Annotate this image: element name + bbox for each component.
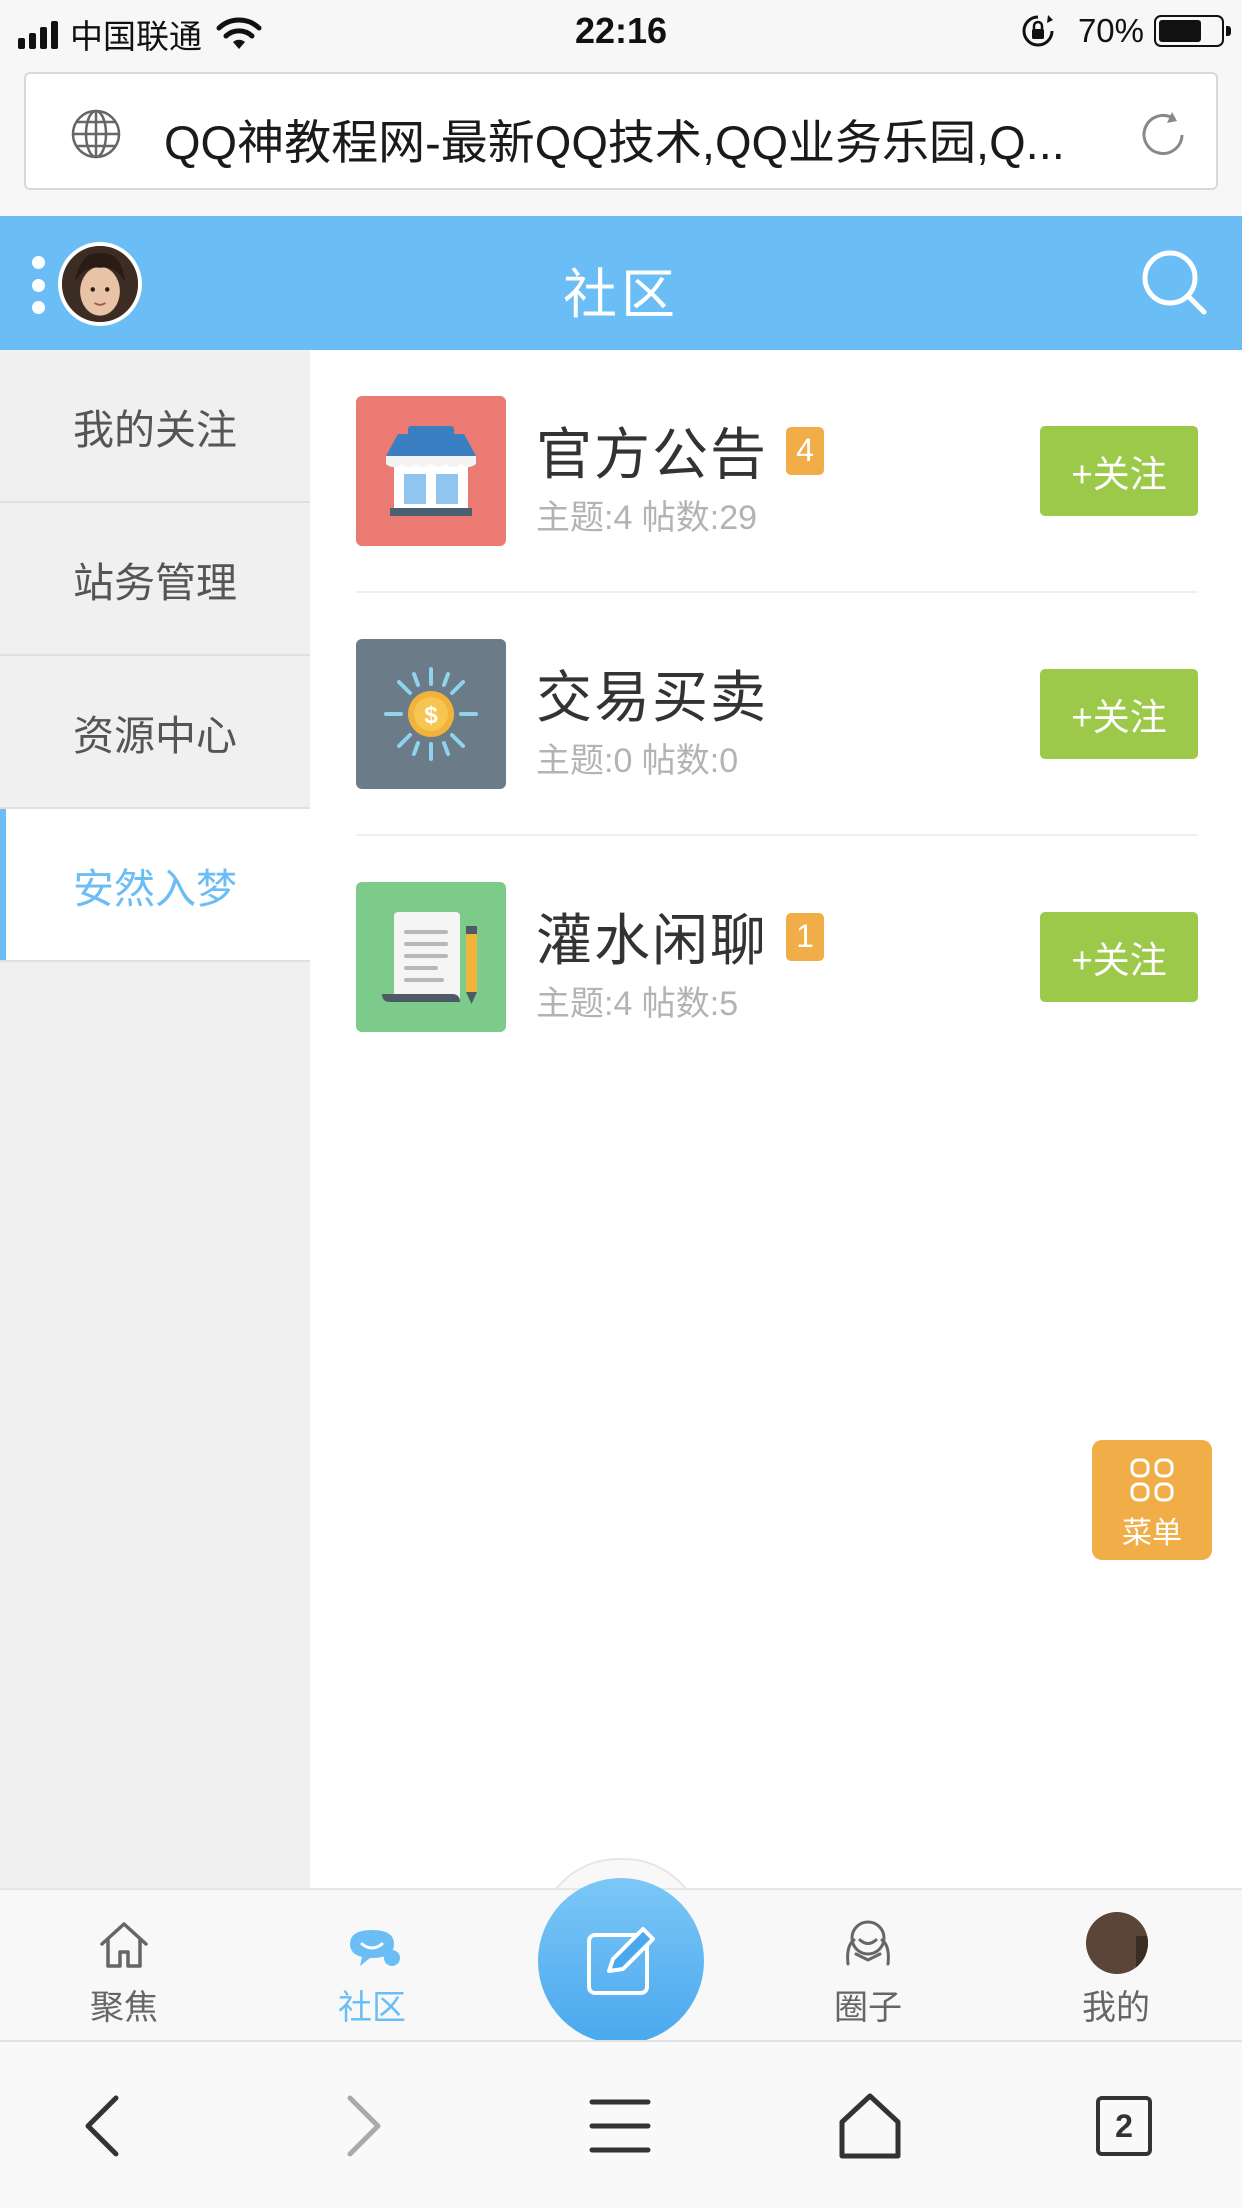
new-post-badge: 4 (786, 426, 824, 475)
page-title-text[interactable]: QQ神教程网-最新QQ技术,QQ业务乐园,Q... (164, 104, 1124, 173)
tab-focus[interactable]: 聚焦 (44, 1890, 204, 2042)
follow-button[interactable]: +关注 (1040, 426, 1198, 516)
floating-menu-button[interactable]: 菜单 (1092, 1440, 1212, 1560)
new-post-badge: 1 (786, 912, 824, 961)
forum-stats: 主题:4 帖数:5 (536, 985, 739, 1023)
rotation-lock-icon (1022, 15, 1054, 47)
address-bar-container: QQ神教程网-最新QQ技术,QQ业务乐园,Q... (0, 62, 1242, 216)
forum-name: 交易买卖 (536, 666, 768, 729)
store-icon (356, 396, 506, 546)
status-bar: 中国联通 22:16 70% (0, 0, 1242, 62)
forum-name: 灌水闲聊 (536, 909, 768, 972)
avatar (1086, 1912, 1148, 1974)
sidebar: 我的关注 站务管理 资源中心 安然入梦 (0, 350, 310, 1888)
address-bar[interactable]: QQ神教程网-最新QQ技术,QQ业务乐园,Q... (24, 72, 1218, 190)
tab-label: 社区 (338, 1989, 406, 2027)
search-icon[interactable] (1138, 246, 1210, 318)
floating-menu-label: 菜单 (1122, 1517, 1182, 1550)
app-header: 社区 (0, 216, 1242, 350)
chat-icon (350, 1930, 400, 1966)
status-right: 70% (1020, 12, 1231, 50)
home-icon (100, 1922, 148, 1968)
forward-icon[interactable] (322, 2086, 402, 2166)
tab-community[interactable]: 社区 (292, 1890, 452, 2042)
battery-fill (1159, 20, 1201, 42)
sidebar-item-resource-center[interactable]: 资源中心 (0, 656, 310, 809)
forum-list: 官方公告 4 主题:4 帖数:29 +关注 $ 交易买卖 主题:0 帖数:0 +… (310, 350, 1242, 1888)
browser-toolbar: 2 (0, 2040, 1242, 2208)
tab-mine[interactable]: 我的 (1036, 1890, 1196, 2042)
grid-icon (1130, 1458, 1174, 1502)
follow-button[interactable]: +关注 (1040, 912, 1198, 1002)
sidebar-item-anran-rumeng[interactable]: 安然入梦 (0, 809, 310, 962)
forum-row-chat[interactable]: 灌水闲聊 1 主题:4 帖数:5 +关注 (356, 836, 1198, 1079)
forum-title-wrap: 灌水闲聊 1 (536, 896, 824, 977)
reload-icon[interactable] (1136, 108, 1190, 162)
forum-row-announcements[interactable]: 官方公告 4 主题:4 帖数:29 +关注 (356, 350, 1198, 593)
compose-button[interactable] (538, 1878, 704, 2044)
tabs-count-button[interactable]: 2 (1096, 2096, 1152, 2156)
home-page-icon[interactable] (830, 2086, 910, 2166)
battery-percent: 70% (1077, 12, 1144, 49)
sidebar-item-my-follows[interactable]: 我的关注 (0, 350, 310, 503)
page-title: 社区 (563, 265, 679, 325)
forum-title-wrap: 交易买卖 (536, 653, 768, 734)
tab-label: 圈子 (834, 1989, 902, 2027)
forum-row-trading[interactable]: $ 交易买卖 主题:0 帖数:0 +关注 (356, 593, 1198, 836)
tab-label: 我的 (1082, 1989, 1150, 2027)
compose-icon (587, 1927, 655, 1995)
back-icon[interactable] (64, 2086, 144, 2166)
scroll-pen-icon (356, 882, 506, 1032)
follow-button[interactable]: +关注 (1040, 669, 1198, 759)
forum-stats: 主题:4 帖数:29 (536, 499, 758, 537)
tab-circle[interactable]: 圈子 (788, 1890, 948, 2042)
svg-text:$: $ (424, 702, 438, 729)
forum-stats: 主题:0 帖数:0 (536, 742, 739, 780)
forum-title-wrap: 官方公告 4 (536, 410, 824, 491)
globe-icon (71, 109, 121, 159)
coin-sun-icon: $ (356, 639, 506, 789)
menu-icon[interactable] (580, 2086, 660, 2166)
forum-name: 官方公告 (536, 423, 768, 486)
battery-icon (1154, 15, 1231, 47)
sidebar-item-site-admin[interactable]: 站务管理 (0, 503, 310, 656)
tab-label: 聚焦 (90, 1989, 158, 2027)
people-icon (846, 1920, 890, 1966)
